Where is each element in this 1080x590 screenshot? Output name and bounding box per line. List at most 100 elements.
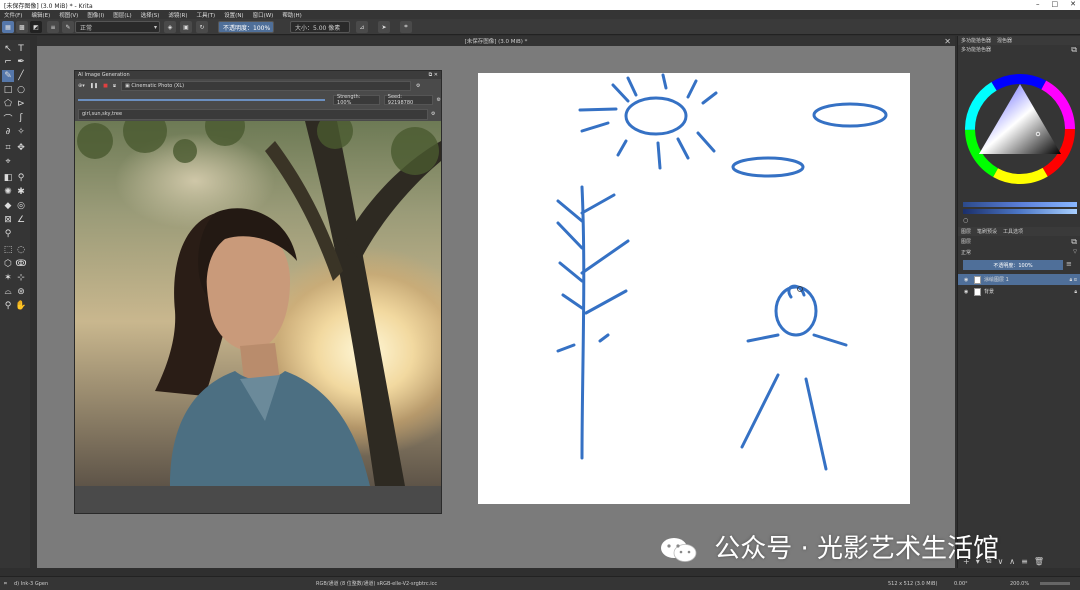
- strength-input[interactable]: Strength: 100%: [333, 94, 380, 106]
- freehand-select-icon[interactable]: ↂ: [15, 258, 27, 270]
- layer-lock-icon[interactable]: 🔒︎: [1074, 289, 1080, 295]
- bezier-select-icon[interactable]: ⌓: [2, 286, 14, 298]
- gradient-icon[interactable]: ▦: [2, 21, 14, 33]
- maximize-button[interactable]: □: [1052, 0, 1059, 8]
- size-slider[interactable]: 大小：5.00 像素: [290, 21, 350, 33]
- drawing-canvas[interactable]: [478, 73, 910, 504]
- blend-mode-select[interactable]: 正常 ▾: [75, 21, 160, 33]
- minimize-button[interactable]: –: [1036, 0, 1040, 8]
- menu-view[interactable]: 视图(V): [59, 11, 78, 19]
- eraser-icon[interactable]: ◈: [164, 21, 176, 33]
- zoom-tool-icon[interactable]: ⚲: [2, 300, 14, 312]
- close-document-icon[interactable]: ✕: [944, 37, 951, 46]
- reload-icon[interactable]: ↻: [196, 21, 208, 33]
- layer-lock-icon[interactable]: 🔒︎ α: [1069, 277, 1080, 283]
- color-swatch-icon[interactable]: ◩: [30, 21, 42, 33]
- fill-tool-icon[interactable]: ◆: [2, 200, 14, 212]
- line-tool-icon[interactable]: ╱: [15, 70, 27, 82]
- layer-item[interactable]: ◉ 涂绘图层 1 🔒︎ α: [958, 274, 1080, 285]
- stroke-direction-icon[interactable]: ➤: [378, 21, 390, 33]
- ellipse-tool-icon[interactable]: ○: [15, 84, 27, 96]
- stop-icon[interactable]: ■: [103, 83, 108, 89]
- tab-layers[interactable]: 图层: [958, 228, 974, 235]
- pin-tool-icon[interactable]: ⚲: [2, 228, 14, 240]
- multibrush-icon[interactable]: ✧: [15, 126, 27, 138]
- wrap-icon[interactable]: ⌗: [400, 21, 412, 33]
- reference-tool-icon[interactable]: ⊠: [2, 214, 14, 226]
- menu-file[interactable]: 文件(F): [4, 11, 22, 19]
- layer-item[interactable]: ◉ 背景 🔒︎: [958, 286, 1080, 297]
- menu-tools[interactable]: 工具(T): [197, 11, 216, 19]
- opacity-slider[interactable]: 不透明度：100%: [218, 21, 274, 33]
- gradient-tool-icon[interactable]: ◧: [2, 172, 14, 184]
- color-value-bar[interactable]: [963, 209, 1077, 214]
- brush-settings-icon[interactable]: ≡: [47, 21, 59, 33]
- settings-gear-icon[interactable]: ⚙: [416, 83, 420, 89]
- move-tool-icon[interactable]: ✥: [15, 142, 27, 154]
- alpha-lock-icon[interactable]: ▣: [180, 21, 192, 33]
- menu-filter[interactable]: 滤镜(R): [168, 11, 187, 19]
- layer-opacity-slider[interactable]: 不透明度：100%: [963, 260, 1063, 270]
- smart-patch-icon[interactable]: ✺: [2, 186, 14, 198]
- menu-select[interactable]: 选择(S): [141, 11, 160, 19]
- layers-float-icon[interactable]: ⧉: [1071, 237, 1080, 247]
- zoom-slider[interactable]: [1040, 582, 1070, 585]
- generated-image[interactable]: [75, 106, 441, 486]
- prompt-options-icon[interactable]: ⚙: [431, 111, 435, 117]
- calligraphy-icon[interactable]: ✒: [15, 56, 27, 68]
- color-history-bar[interactable]: [963, 202, 1077, 207]
- delete-layer-icon[interactable]: 🗑︎: [1034, 557, 1044, 566]
- style-select[interactable]: ▣ Cinematic Photo (XL): [121, 81, 412, 91]
- history-icon[interactable]: ⧈: [113, 83, 116, 89]
- transform-tool-icon[interactable]: ⌖: [2, 156, 14, 168]
- status-rotation[interactable]: 0.00°: [954, 581, 968, 587]
- eye-icon[interactable]: ◉: [964, 277, 968, 283]
- menu-image[interactable]: 图像(I): [87, 11, 104, 19]
- text-tool-icon[interactable]: T: [15, 43, 27, 55]
- tab-mixer[interactable]: 混色器: [994, 37, 1015, 44]
- bezier-tool-icon[interactable]: ⌒: [2, 112, 14, 125]
- status-zoom[interactable]: 200.0%: [1010, 581, 1029, 587]
- contiguous-select-icon[interactable]: ✶: [2, 272, 14, 284]
- seed-input[interactable]: Seed: 92198780: [383, 94, 433, 106]
- color-options-icon[interactable]: ○: [963, 217, 968, 224]
- magnetic-select-icon[interactable]: ⊛: [15, 286, 27, 298]
- menu-help[interactable]: 帮助(H): [282, 11, 301, 19]
- ellipse-select-icon[interactable]: ◌: [15, 244, 27, 256]
- generate-icon[interactable]: ⊕▾: [78, 83, 85, 89]
- pan-tool-icon[interactable]: ✋: [15, 300, 27, 312]
- menu-layer[interactable]: 图层(L): [113, 11, 131, 19]
- status-brush[interactable]: d) Ink-3 Gpen: [14, 581, 48, 587]
- polygon-tool-icon[interactable]: ⬠: [2, 98, 14, 110]
- document-tab[interactable]: [未保存图像] (3.0 MiB) * ✕: [37, 36, 955, 46]
- eye-icon[interactable]: ◉: [964, 289, 968, 295]
- tab-advanced-color[interactable]: 多功能拾色器: [958, 37, 994, 44]
- mirror-icon[interactable]: ⊿: [356, 21, 368, 33]
- filter-icon[interactable]: ▽: [1073, 249, 1077, 255]
- color-picker-icon[interactable]: ⚲: [15, 172, 27, 184]
- enclose-fill-icon[interactable]: ◎: [15, 200, 27, 212]
- menu-edit[interactable]: 编辑(E): [31, 11, 50, 19]
- edit-shapes-icon[interactable]: ⌐: [2, 56, 14, 68]
- assistant-tool-icon[interactable]: ✱: [15, 186, 27, 198]
- tab-tool-options[interactable]: 工具选项: [1000, 228, 1026, 235]
- close-button[interactable]: ✕: [1070, 0, 1076, 8]
- rect-select-icon[interactable]: ⬚: [2, 244, 14, 256]
- freehand-brush-icon[interactable]: ✎: [2, 70, 14, 82]
- pattern-icon[interactable]: ▩: [16, 21, 28, 33]
- color-wheel[interactable]: [963, 72, 1077, 186]
- seed-settings-icon[interactable]: ⚙: [437, 97, 441, 103]
- panel-float-icon[interactable]: ⧉ ✕: [429, 72, 441, 78]
- layer-properties-icon[interactable]: ≡: [1021, 557, 1028, 566]
- layer-blend-select[interactable]: 正常 ▽: [961, 247, 1077, 257]
- polygon-select-icon[interactable]: ⬡: [2, 258, 14, 270]
- tab-brush-presets[interactable]: 笔刷预设: [974, 228, 1000, 235]
- rectangle-tool-icon[interactable]: □: [2, 84, 14, 96]
- brush-preset-icon[interactable]: ✎: [62, 21, 74, 33]
- prompt-input[interactable]: girl,sun,sky,tree: [78, 108, 428, 120]
- crop-tool-icon[interactable]: ⌗: [2, 142, 14, 154]
- similar-select-icon[interactable]: ⊹: [15, 272, 27, 284]
- menu-settings[interactable]: 设置(N): [224, 11, 243, 19]
- pause-icon[interactable]: ❚❚: [90, 83, 98, 89]
- menu-window[interactable]: 窗口(W): [253, 11, 274, 19]
